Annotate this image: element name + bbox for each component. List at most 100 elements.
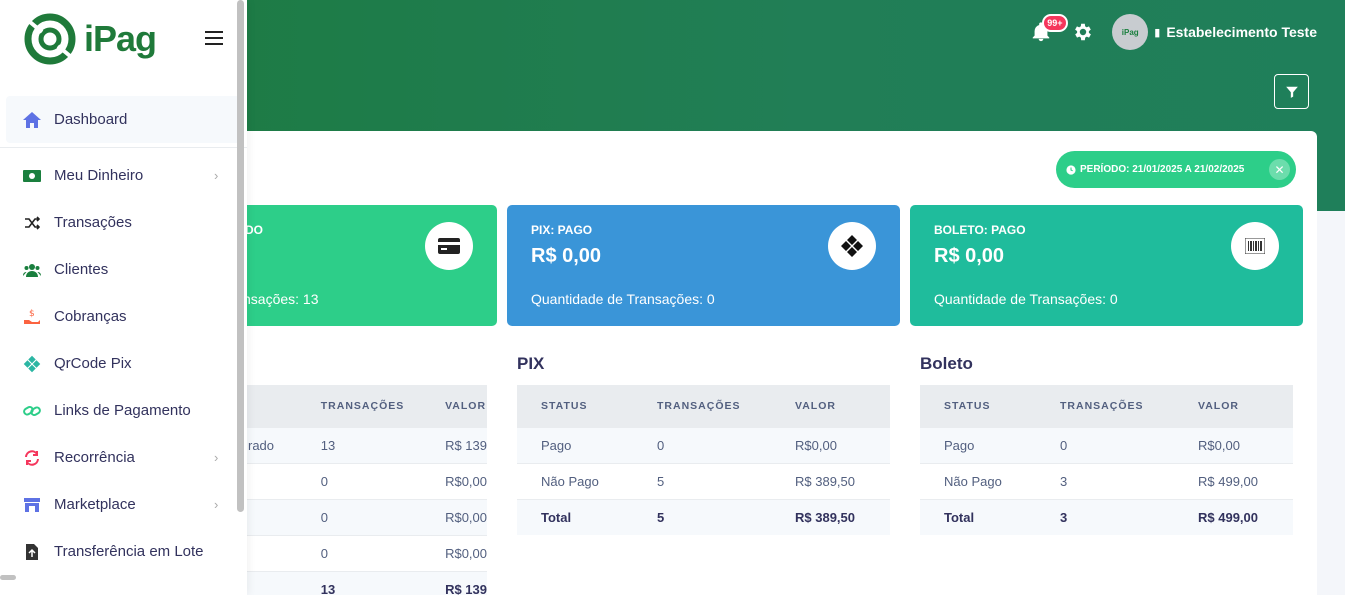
hand-coin-icon: $: [22, 307, 42, 327]
boleto-table: STATUS TRANSAÇÕES VALOR Pago 0 R$0,00 Não …: [920, 385, 1293, 535]
table-cell: Total: [920, 498, 1036, 535]
menu-toggle-button[interactable]: [205, 31, 223, 49]
file-upload-icon: [22, 542, 42, 562]
table-row: Pago 0 R$0,00: [920, 426, 1293, 463]
table-row: Não Pago 5 R$ 389,50: [517, 462, 890, 499]
credit-card-icon: [425, 222, 473, 270]
table-row: 0 R$0,00: [210, 462, 487, 499]
settings-button[interactable]: [1072, 21, 1094, 43]
sidebar-scrollbar[interactable]: [237, 0, 244, 512]
table-row: rado 13 R$ 139: [210, 426, 487, 463]
sidebar-item-dashboard[interactable]: Dashboard: [6, 96, 240, 143]
table-header: STATUS TRANSAÇÕES VALOR: [920, 385, 1293, 427]
sidebar-item-label: Recorrência: [54, 449, 135, 466]
table-total-row: Total 5 R$ 389,50: [517, 498, 890, 535]
shuffle-icon: [22, 213, 42, 233]
filter-button[interactable]: [1274, 74, 1309, 109]
sidebar-item-meu-dinheiro[interactable]: Meu Dinheiro ›: [0, 152, 247, 199]
table-cell: Não Pago: [517, 462, 633, 499]
chevron-right-icon: ›: [214, 450, 219, 465]
svg-text:$: $: [29, 309, 35, 319]
clock-icon: [1066, 164, 1076, 175]
building-icon: ▮: [1154, 26, 1161, 39]
column-header: STATUS: [920, 385, 1036, 427]
table-header: TRANSAÇÕES VALOR: [210, 385, 487, 427]
table-cell: 5: [633, 498, 771, 535]
stat-card-value: R$ 0,00: [934, 245, 1005, 267]
gear-icon: [1075, 23, 1092, 41]
table-row: 0 R$0,00: [210, 498, 487, 535]
table-cell: R$0,00: [421, 534, 487, 571]
table-cell: 0: [296, 534, 422, 571]
table-cell: R$ 389,50: [771, 498, 890, 535]
sidebar-item-label: Clientes: [54, 261, 109, 278]
sidebar-item-transferencia-lote[interactable]: Transferência em Lote: [0, 528, 247, 575]
stat-card-quantity: Quantidade de Transações: 0: [531, 291, 715, 307]
period-chip: PERÍODO: 21/01/2025 A 21/02/2025 ✕: [1056, 151, 1296, 188]
sidebar-item-label: Marketplace: [54, 496, 136, 513]
sidebar-item-transacoes[interactable]: Transações: [0, 199, 247, 246]
table-cell: Pago: [517, 426, 633, 463]
notification-badge: 99+: [1042, 14, 1068, 32]
logo[interactable]: iPag: [22, 10, 157, 68]
table-cell: Não Pago: [920, 462, 1036, 499]
sidebar-item-label: Transações: [54, 214, 132, 231]
table-cell: Total: [517, 498, 633, 535]
column-header: VALOR: [421, 385, 487, 427]
stat-card-card: DO nsações: 13: [228, 205, 497, 326]
table-cell: R$ 139: [421, 426, 487, 463]
table-cell: 13: [296, 426, 422, 463]
notifications-button[interactable]: 99+: [1030, 14, 1068, 44]
money-icon: [22, 166, 42, 186]
sidebar-nav: Dashboard Meu Dinheiro › Transações Clie…: [0, 96, 247, 575]
sidebar-item-clientes[interactable]: Clientes: [0, 246, 247, 293]
stat-card-pix: PIX: PAGO R$ 0,00 Quantidade de Transaçõ…: [507, 205, 900, 326]
table-total-row: 13 R$ 139: [210, 570, 487, 595]
sidebar-item-label: Meu Dinheiro: [54, 167, 144, 184]
table-cell: R$0,00: [421, 498, 487, 535]
sidebar-item-recorrencia[interactable]: Recorrência ›: [0, 434, 247, 481]
horizontal-scrollbar[interactable]: [0, 575, 16, 580]
sidebar-item-label: Transferência em Lote: [54, 543, 204, 560]
brand-name: iPag: [84, 18, 157, 59]
column-header: VALOR: [1174, 385, 1293, 427]
table-cell: 3: [1036, 462, 1174, 499]
table-cell: R$0,00: [1174, 426, 1293, 463]
table-row: Pago 0 R$0,00: [517, 426, 890, 463]
boleto-section-title: Boleto: [920, 354, 973, 373]
sidebar-item-links-pagamento[interactable]: Links de Pagamento: [0, 387, 247, 434]
column-header: TRANSAÇÕES: [296, 385, 422, 427]
sync-icon: [22, 448, 42, 468]
avatar: iPag: [1112, 14, 1149, 50]
table-cell: R$ 499,00: [1174, 498, 1293, 535]
stat-card-boleto: BOLETO: PAGO R$ 0,00 Quantidade de Trans…: [910, 205, 1303, 326]
table-cell: R$ 139: [421, 570, 487, 595]
sidebar-item-marketplace[interactable]: Marketplace ›: [0, 481, 247, 528]
user-menu[interactable]: iPag ▮ Estabelecimento Teste: [1112, 14, 1317, 50]
chevron-right-icon: ›: [214, 168, 219, 183]
sidebar-item-label: Links de Pagamento: [54, 402, 191, 419]
table-cell: Pago: [920, 426, 1036, 463]
users-icon: [22, 260, 42, 280]
period-clear-button[interactable]: ✕: [1269, 159, 1290, 180]
sidebar-item-qrcode-pix[interactable]: QrCode Pix: [0, 340, 247, 387]
sidebar-item-cobrancas[interactable]: $ Cobranças: [0, 293, 247, 340]
column-header: TRANSAÇÕES: [1036, 385, 1174, 427]
pix-table: STATUS TRANSAÇÕES VALOR Pago 0 R$0,00 Não …: [517, 385, 890, 535]
stat-card-title: PIX: PAGO: [531, 223, 593, 237]
stat-card-quantity: Quantidade de Transações: 0: [934, 291, 1118, 307]
home-icon: [22, 110, 42, 130]
stat-card-title: DO: [245, 223, 263, 237]
table-cell: R$ 499,00: [1174, 462, 1293, 499]
sidebar: iPag Dashboard Meu Dinheiro › Transações…: [0, 0, 247, 595]
column-header: STATUS: [517, 385, 633, 427]
ipag-logo-icon: [24, 13, 76, 65]
table-cell: 5: [633, 462, 771, 499]
table-cell: 0: [296, 498, 422, 535]
stat-card-quantity: nsações: 13: [243, 291, 319, 307]
card-table: TRANSAÇÕES VALOR rado 13 R$ 139 0 R$0,00 0R…: [210, 385, 487, 595]
sidebar-item-label: Dashboard: [54, 111, 128, 128]
table-cell: R$0,00: [771, 426, 890, 463]
topbar: 99+ iPag ▮ Estabelecimento Teste: [1030, 14, 1317, 50]
table-row: Não Pago 3 R$ 499,00: [920, 462, 1293, 499]
